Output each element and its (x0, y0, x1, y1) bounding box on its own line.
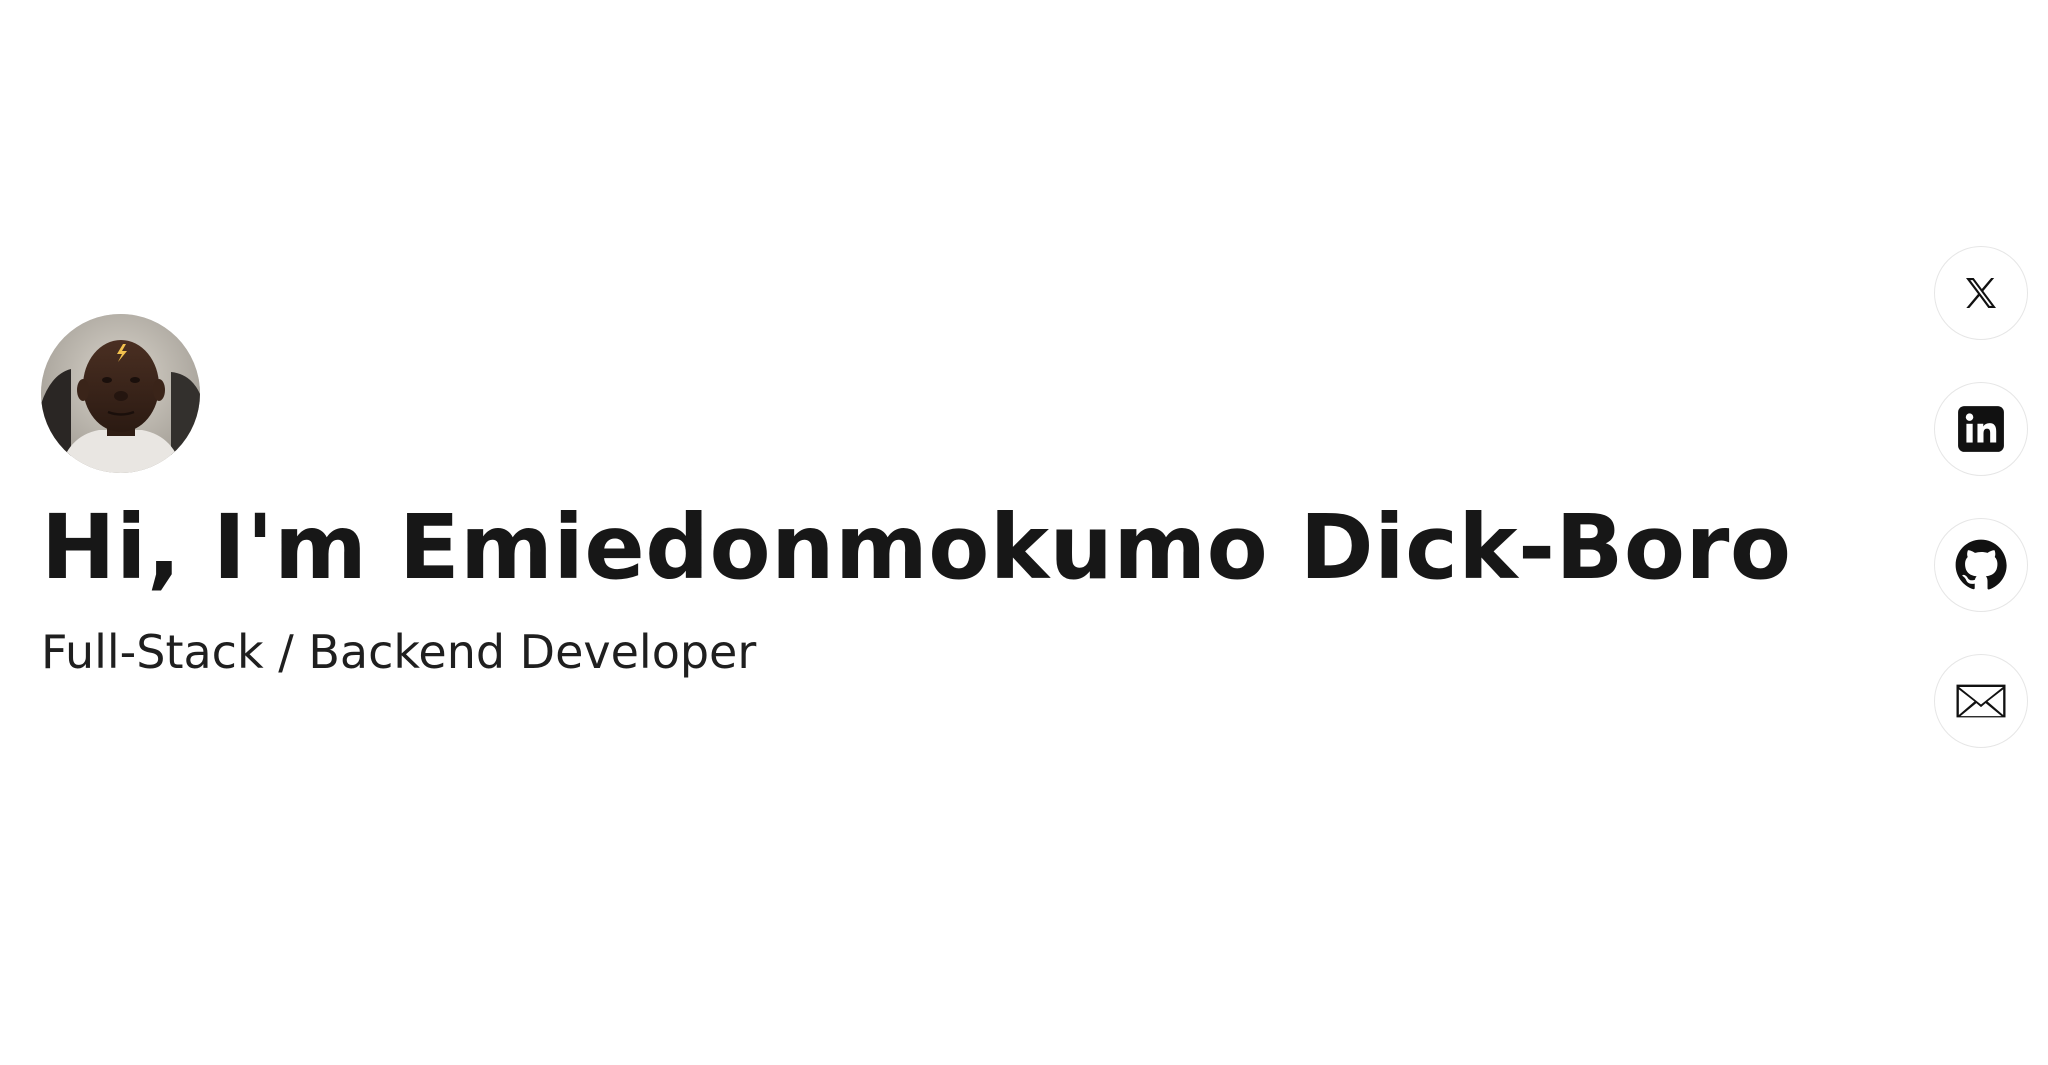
page-subtitle: Full-Stack / Backend Developer (41, 625, 757, 679)
x-link-button[interactable] (1934, 246, 2028, 340)
email-link-button[interactable] (1934, 654, 2028, 748)
avatar-photo (41, 314, 200, 473)
mail-icon (1956, 684, 2006, 718)
linkedin-link-button[interactable] (1934, 382, 2028, 476)
x-icon (1966, 278, 1996, 308)
avatar (41, 314, 200, 473)
linkedin-icon (1958, 406, 2004, 452)
hero-section: Hi, I'm Emiedonmokumo Dick-Boro Full-Sta… (41, 0, 1891, 1065)
github-link-button[interactable] (1934, 518, 2028, 612)
github-icon (1955, 539, 2007, 590)
page-title: Hi, I'm Emiedonmokumo Dick-Boro (41, 495, 1792, 599)
